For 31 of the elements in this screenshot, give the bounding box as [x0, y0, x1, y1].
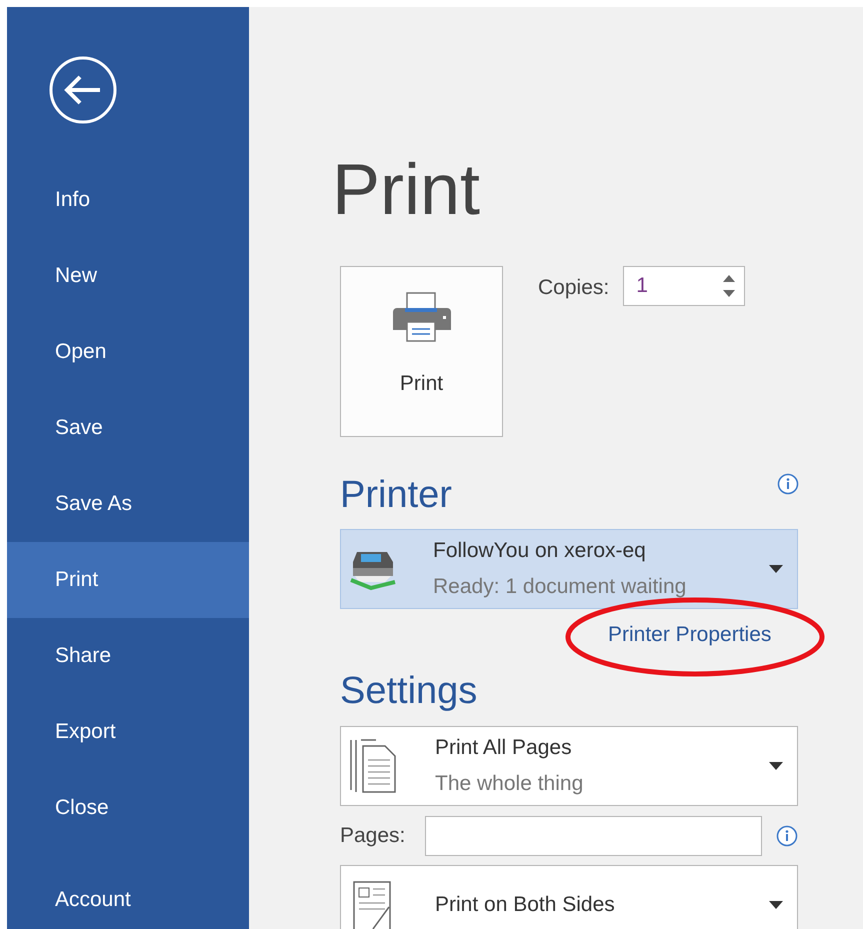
sidebar-item[interactable]: Share [7, 618, 249, 694]
page-title: Print [332, 149, 482, 232]
sidebar-item[interactable]: Close [7, 770, 249, 846]
caret-icon [769, 901, 783, 909]
printer-properties-link[interactable]: Printer Properties [608, 623, 772, 647]
pages-label: Pages: [340, 824, 406, 848]
settings-dropdown[interactable]: Print on Both Sides [340, 865, 798, 929]
caret-icon [769, 565, 783, 573]
settings-dropdown[interactable]: Print All Pages The whole thing [340, 726, 798, 806]
section-heading: Settings [340, 669, 478, 713]
copies-spinbox[interactable]: 1 [623, 266, 746, 306]
info-icon[interactable] [777, 473, 799, 495]
back-button[interactable] [48, 55, 118, 125]
sidebar-item[interactable]: Print [7, 542, 249, 618]
sidebar-item[interactable]: New [7, 238, 249, 314]
sidebar-item[interactable]: Open [7, 314, 249, 390]
pages-icon [349, 738, 399, 794]
caret-icon [769, 762, 783, 770]
section-heading: Printer [340, 473, 452, 517]
sidebar-item[interactable]: Account [7, 862, 249, 929]
sidebar-item[interactable]: Save As [7, 466, 249, 542]
printer-icon [392, 292, 450, 342]
sidebar-item[interactable]: Save [7, 390, 249, 466]
sidebar-item[interactable]: Export [7, 694, 249, 770]
spin-arrows-icon [722, 273, 736, 299]
print-button[interactable]: Print [340, 266, 503, 437]
info-icon[interactable] [776, 825, 798, 847]
copies-label: Copies: [538, 275, 610, 300]
printer-dropdown[interactable]: FollowYou on xerox-eq Ready: 1 document waiting [340, 529, 798, 609]
sidebar-item[interactable]: Info [7, 162, 249, 238]
pages-input-field[interactable] [425, 816, 762, 856]
